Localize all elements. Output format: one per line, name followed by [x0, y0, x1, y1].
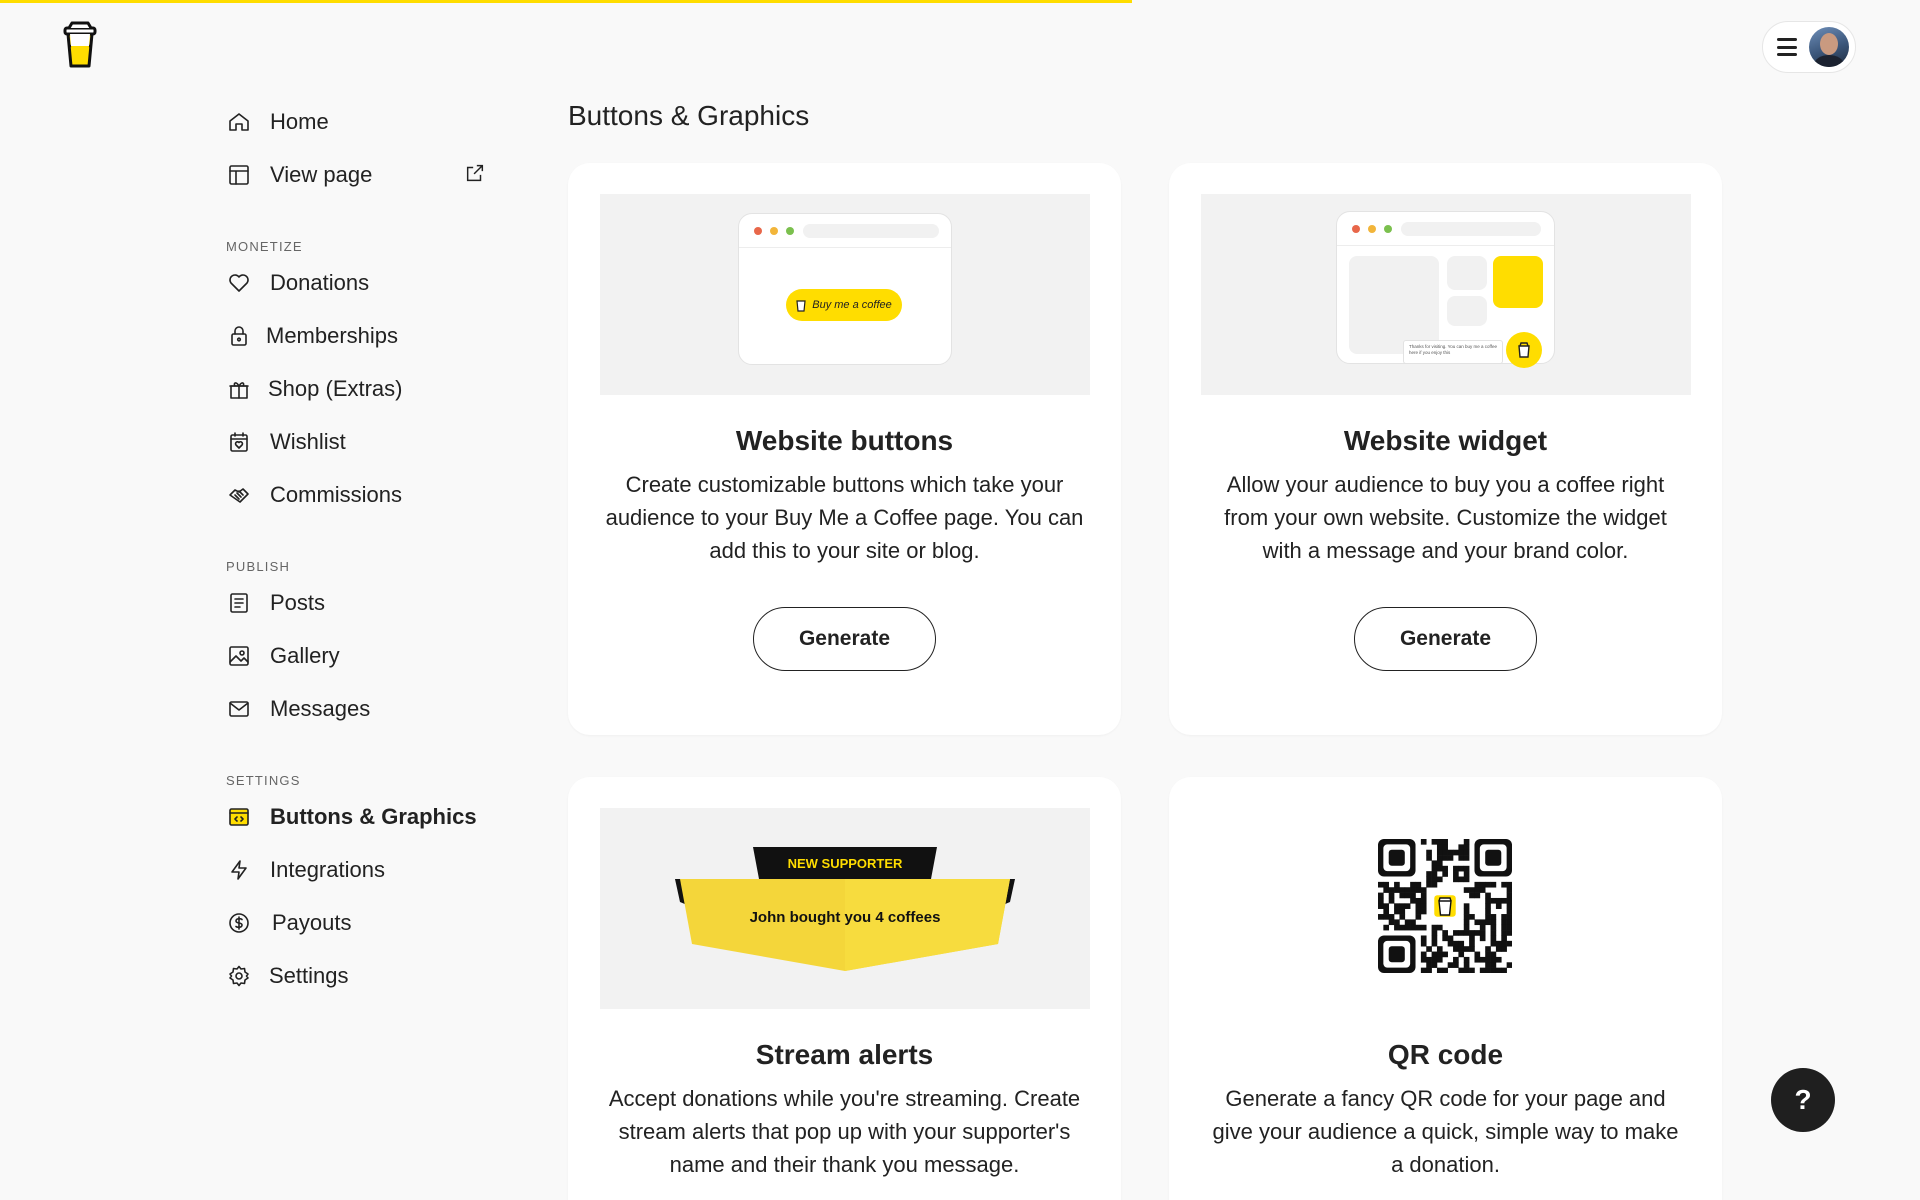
sidebar-item-label: Messages: [270, 695, 371, 721]
card-qr-code: QR code Generate a fancy QR code for you…: [1169, 777, 1722, 1200]
gift-icon: [226, 376, 252, 402]
account-menu-button[interactable]: [1762, 21, 1856, 73]
sidebar-item-home[interactable]: Home: [226, 95, 486, 148]
sidebar-item-label: Shop (Extras): [268, 375, 403, 401]
external-link-icon[interactable]: [464, 162, 486, 190]
website-buttons-preview: Buy me a coffee: [600, 194, 1090, 395]
wishlist-icon: [226, 429, 252, 455]
heart-icon: [226, 270, 252, 296]
loading-progress-bar: [0, 0, 1132, 3]
sidebar-item-commissions[interactable]: Commissions: [226, 468, 486, 521]
avatar: [1809, 27, 1849, 67]
browser-mockup: Thanks for visiting. You can buy me a co…: [1336, 211, 1555, 368]
browser-mockup: Buy me a coffee: [738, 213, 952, 365]
sidebar-item-messages[interactable]: Messages: [226, 682, 486, 735]
sidebar-item-view-page[interactable]: View page: [226, 148, 486, 201]
image-icon: [226, 643, 252, 669]
card-stream-alerts: NEW SUPPORTER John bought you 4 coffees …: [568, 777, 1121, 1200]
section-label-settings: SETTINGS: [226, 773, 301, 788]
card-website-buttons: Buy me a coffee Website buttons Create c…: [568, 163, 1121, 735]
document-icon: [226, 590, 252, 616]
sidebar-item-donations[interactable]: Donations: [226, 256, 486, 309]
sidebar-item-label: Settings: [269, 962, 349, 988]
sidebar-item-wishlist[interactable]: Wishlist: [226, 415, 486, 468]
sidebar-item-buttons-graphics[interactable]: Buttons & Graphics: [226, 790, 486, 843]
bmc-preview-button: Buy me a coffee: [786, 289, 902, 321]
sidebar-item-integrations[interactable]: Integrations: [226, 843, 486, 896]
sidebar-item-payouts[interactable]: Payouts: [226, 896, 486, 949]
sidebar-item-posts[interactable]: Posts: [226, 576, 486, 629]
help-button[interactable]: ?: [1771, 1068, 1835, 1132]
sidebar-item-label: Integrations: [270, 856, 385, 882]
card-title: Stream alerts: [755, 1039, 934, 1070]
sidebar-item-label: Payouts: [272, 909, 352, 935]
sidebar-item-label: Posts: [270, 589, 326, 615]
stream-alert-text: John bought you 4 coffees: [750, 909, 941, 926]
generate-website-widget-button[interactable]: Generate: [1354, 607, 1537, 671]
sidebar-item-label: Home: [270, 108, 329, 134]
sidebar-item-label: Wishlist: [270, 428, 346, 454]
widget-message-text: Thanks for visiting. You can buy me a co…: [1409, 344, 1497, 355]
card-description: Generate a fancy QR code for your page a…: [1212, 1086, 1679, 1177]
stream-alerts-preview: NEW SUPPORTER John bought you 4 coffees: [600, 808, 1090, 1009]
website-widget-preview: Thanks for visiting. You can buy me a co…: [1201, 194, 1691, 395]
card-title: Website buttons: [735, 425, 954, 456]
coffee-cup-logo-icon[interactable]: [62, 20, 98, 70]
mail-icon: [226, 696, 252, 722]
card-title: QR code: [1387, 1039, 1504, 1070]
card-description: Create customizable buttons which take y…: [605, 472, 1084, 563]
sidebar-item-label: View page: [270, 161, 373, 187]
widget-coffee-icon: [1506, 332, 1542, 368]
handshake-icon: [226, 482, 252, 508]
layout-icon: [226, 162, 252, 188]
lightning-icon: [226, 857, 252, 883]
sidebar-item-label: Gallery: [270, 642, 340, 668]
section-label-monetize: MONETIZE: [226, 239, 303, 254]
card-title: Website widget: [1343, 425, 1548, 456]
card-description: Allow your audience to buy you a coffee …: [1224, 472, 1667, 563]
lock-icon: [226, 323, 252, 349]
stream-alert-title: NEW SUPPORTER: [788, 856, 903, 871]
sidebar-item-label: Memberships: [266, 322, 399, 348]
sidebar-nav: Home View page MONETIZE Donations Member…: [226, 95, 486, 1002]
section-label-publish: PUBLISH: [226, 559, 291, 574]
sidebar-item-gallery[interactable]: Gallery: [226, 629, 486, 682]
qr-code-icon: [1378, 839, 1513, 974]
gear-icon: [226, 963, 252, 989]
card-description: Accept donations while you're streaming.…: [608, 1086, 1081, 1177]
generate-website-buttons-button[interactable]: Generate: [753, 607, 936, 671]
bmc-preview-button-label: Buy me a coffee: [812, 299, 892, 311]
home-icon: [226, 109, 252, 135]
dollar-circle-icon: [226, 910, 252, 936]
code-window-icon: [226, 804, 252, 830]
sidebar-item-settings[interactable]: Settings: [226, 949, 486, 1002]
sidebar-item-shop[interactable]: Shop (Extras): [226, 362, 486, 415]
coffee-cup-icon: [796, 300, 806, 312]
stream-alert-banner: NEW SUPPORTER John bought you 4 coffees: [675, 847, 1015, 971]
sidebar-item-label: Commissions: [270, 481, 403, 507]
card-website-widget: Thanks for visiting. You can buy me a co…: [1169, 163, 1722, 735]
sidebar-item-label: Buttons & Graphics: [270, 803, 477, 829]
hamburger-icon: [1777, 38, 1797, 56]
page-title: Buttons & Graphics: [568, 100, 810, 131]
widget-message-bubble: Thanks for visiting. You can buy me a co…: [1403, 340, 1503, 364]
sidebar-item-label: Donations: [270, 269, 370, 295]
sidebar-item-memberships[interactable]: Memberships: [226, 309, 486, 362]
